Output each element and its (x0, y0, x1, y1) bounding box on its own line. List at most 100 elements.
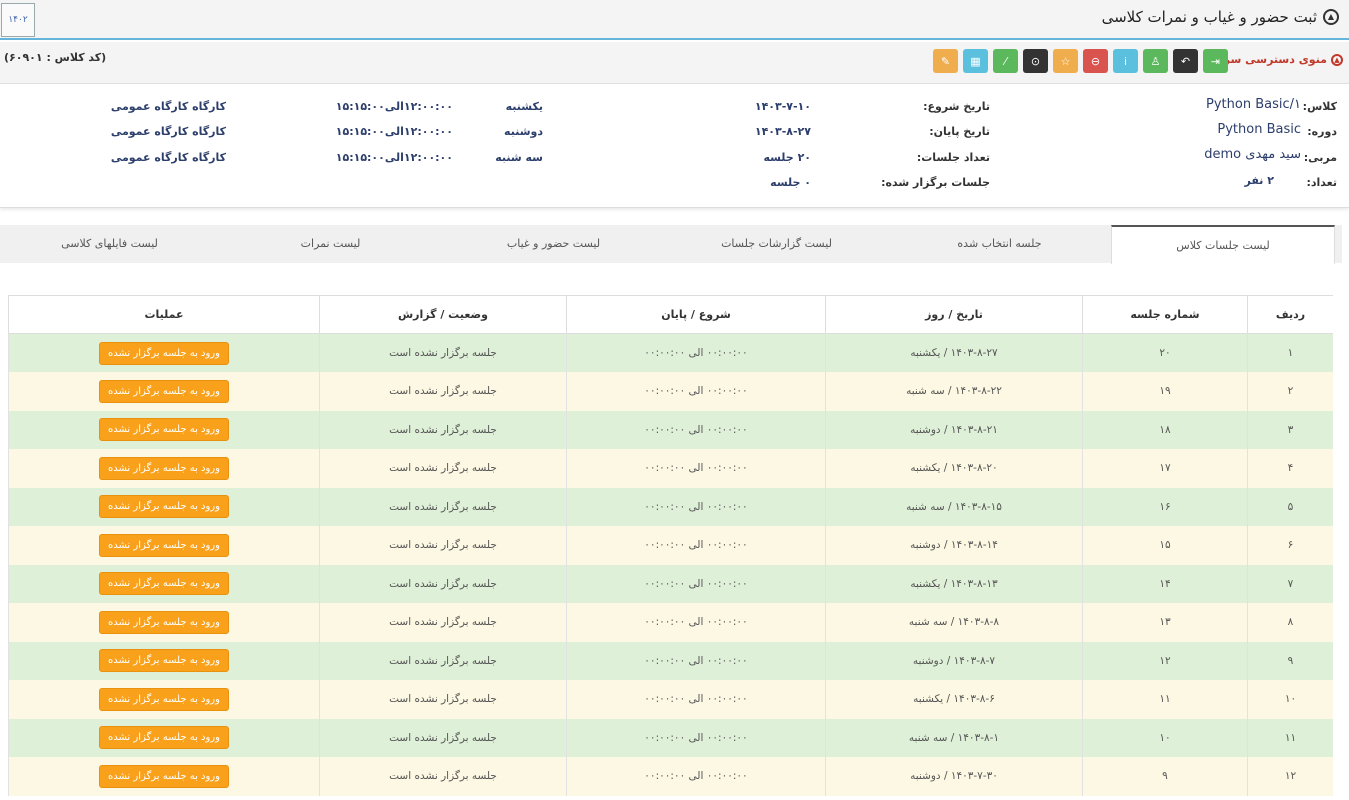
enter-session-button[interactable]: ورود به جلسه برگزار نشده (99, 649, 229, 673)
tab-grades[interactable]: لیست نمرات (219, 225, 442, 263)
session-number-cell: ۱۶ (1082, 487, 1248, 526)
date-cell: ۱۴۰۳-۸-۱۵ / سه شنبه (825, 487, 1083, 526)
calendar-button[interactable]: ▦ (963, 49, 988, 73)
enter-session-button[interactable]: ورود به جلسه برگزار نشده (99, 687, 229, 711)
quick-access-bar: ▲ منوی دسترسی سریع : ⇥ ↶ ♙ i ⊖ ☆ ⊙ ⁄ ▦ ✎ (کد کلاس… (0, 42, 1349, 84)
time-cell: ۰۰:۰۰:۰۰ الی ۰۰:۰۰:۰۰ (566, 680, 826, 719)
reply-icon: ↶ (1180, 54, 1191, 68)
date-cell: ۱۴۰۳-۸-۶ / یکشنبه (825, 680, 1083, 719)
star-button[interactable]: ☆ (1053, 49, 1078, 73)
end-date-label: تاریخ پایان: (929, 125, 990, 138)
title-bar: ۱۴۰۲ ▲ ثبت حضور و غیاب و نمرات کلاسی (0, 0, 1349, 40)
info-icon: i (1123, 54, 1128, 68)
start-date-label: تاریخ شروع: (923, 100, 990, 113)
column-header-status[interactable]: وضعیت / گزارش (319, 295, 567, 334)
logo-text: ۱۴۰۲ (8, 15, 28, 25)
time-cell: ۰۰:۰۰:۰۰ الی ۰۰:۰۰:۰۰ (566, 487, 826, 526)
time-cell: ۰۰:۰۰:۰۰ الی ۰۰:۰۰:۰۰ (566, 718, 826, 757)
sessions-count-value: ۲۰ جلسه (763, 151, 811, 164)
actions-cell: ورود به جلسه برگزار نشده (8, 333, 320, 372)
actions-cell: ورود به جلسه برگزار نشده (8, 757, 320, 796)
row-number-cell: ۳ (1247, 410, 1333, 449)
time-cell: ۰۰:۰۰:۰۰ الی ۰۰:۰۰:۰۰ (566, 526, 826, 565)
tab-class-files[interactable]: لیست فایلهای کلاسی (0, 225, 219, 263)
sign-in-icon: ⇥ (1210, 54, 1221, 68)
enter-session-button[interactable]: ورود به جلسه برگزار نشده (99, 610, 229, 634)
enter-session-button[interactable]: ورود به جلسه برگزار نشده (99, 418, 229, 442)
enter-session-button[interactable]: ورود به جلسه برگزار نشده (99, 379, 229, 403)
status-cell: جلسه برگزار نشده است (319, 333, 567, 372)
date-cell: ۱۴۰۳-۸-۱۴ / دوشنبه (825, 526, 1083, 565)
minus-circle-button[interactable]: ⊖ (1083, 49, 1108, 73)
tab-attendance[interactable]: لیست حضور و غیاب (442, 225, 665, 263)
actions-cell: ورود به جلسه برگزار نشده (8, 641, 320, 680)
column-header-start-end[interactable]: شروع / پایان (566, 295, 826, 334)
enter-session-button[interactable]: ورود به جلسه برگزار نشده (99, 341, 229, 365)
session-number-cell: ۱۷ (1082, 449, 1248, 488)
teacher-value: سید مهدی demo (1204, 147, 1301, 162)
quick-menu-buttons: ⇥ ↶ ♙ i ⊖ ☆ ⊙ ⁄ ▦ ✎ (933, 49, 1228, 73)
tab-session-reports[interactable]: لیست گزارشات جلسات (665, 225, 888, 263)
count-label: تعداد: (1306, 176, 1337, 189)
date-cell: ۱۴۰۳-۸-۲۲ / سه شنبه (825, 372, 1083, 411)
table-row: ۷ ۱۴ ۱۴۰۳-۸-۱۳ / یکشنبه ۰۰:۰۰:۰۰ الی ۰۰:۰۰:… (8, 564, 1333, 603)
session-number-cell: ۹ (1082, 757, 1248, 796)
schedule-place: کارگاه کارگاه عمومی (110, 100, 226, 113)
magic-wand-icon: ⁄ (1004, 54, 1007, 68)
status-cell: جلسه برگزار نشده است (319, 718, 567, 757)
user-button[interactable]: ♙ (1143, 49, 1168, 73)
collapse-circle-icon[interactable]: ▲ (1323, 9, 1339, 25)
page-title-wrap: ▲ ثبت حضور و غیاب و نمرات کلاسی (1102, 8, 1339, 26)
date-cell: ۱۴۰۳-۸-۱ / سه شنبه (825, 718, 1083, 757)
tabs-bar: لیست جلسات کلاس جلسه انتخاب شده لیست گزا… (0, 225, 1342, 264)
enter-session-button[interactable]: ورود به جلسه برگزار نشده (99, 726, 229, 750)
enter-session-button[interactable]: ورود به جلسه برگزار نشده (99, 764, 229, 788)
column-header-actions[interactable]: عملیات (8, 295, 320, 334)
status-cell: جلسه برگزار نشده است (319, 449, 567, 488)
table-row: ۲ ۱۹ ۱۴۰۳-۸-۲۲ / سه شنبه ۰۰:۰۰:۰۰ الی ۰۰:۰۰… (8, 372, 1333, 411)
session-number-cell: ۲۰ (1082, 333, 1248, 372)
row-number-cell: ۶ (1247, 526, 1333, 565)
logo-icon: ۱۴۰۲ (1, 3, 35, 37)
table-row: ۱۰ ۱۱ ۱۴۰۳-۸-۶ / یکشنبه ۰۰:۰۰:۰۰ الی ۰۰:۰۰:… (8, 680, 1333, 719)
teacher-label: مربی: (1303, 151, 1337, 164)
held-sessions-value: ۰ جلسه (770, 176, 811, 189)
tab-class-sessions[interactable]: لیست جلسات کلاس (1111, 225, 1335, 264)
actions-cell: ورود به جلسه برگزار نشده (8, 603, 320, 642)
row-number-cell: ۸ (1247, 603, 1333, 642)
date-cell: ۱۴۰۳-۸-۱۳ / یکشنبه (825, 564, 1083, 603)
course-label: دوره: (1307, 125, 1337, 138)
enter-session-button[interactable]: ورود به جلسه برگزار نشده (99, 456, 229, 480)
column-header-row-number[interactable]: ردیف (1247, 295, 1333, 334)
collapse-circle-icon[interactable]: ▲ (1331, 53, 1343, 66)
time-cell: ۰۰:۰۰:۰۰ الی ۰۰:۰۰:۰۰ (566, 333, 826, 372)
sign-in-button[interactable]: ⇥ (1203, 49, 1228, 73)
session-number-cell: ۱۲ (1082, 641, 1248, 680)
session-number-cell: ۱۰ (1082, 718, 1248, 757)
enter-session-button[interactable]: ورود به جلسه برگزار نشده (99, 572, 229, 596)
edit-icon: ✎ (940, 54, 951, 68)
calendar-icon: ▦ (970, 54, 981, 68)
row-number-cell: ۹ (1247, 641, 1333, 680)
user-icon: ♙ (1150, 54, 1161, 68)
edit-button[interactable]: ✎ (933, 49, 958, 73)
session-number-cell: ۱۳ (1082, 603, 1248, 642)
reply-button[interactable]: ↶ (1173, 49, 1198, 73)
magic-wand-button[interactable]: ⁄ (993, 49, 1018, 73)
tab-selected-session[interactable]: جلسه انتخاب شده (888, 225, 1111, 263)
schedule-place: کارگاه کارگاه عمومی (110, 151, 226, 164)
session-number-cell: ۱۵ (1082, 526, 1248, 565)
enter-session-button[interactable]: ورود به جلسه برگزار نشده (99, 533, 229, 557)
enter-session-button[interactable]: ورود به جلسه برگزار نشده (99, 495, 229, 519)
time-cell: ۰۰:۰۰:۰۰ الی ۰۰:۰۰:۰۰ (566, 757, 826, 796)
info-button[interactable]: i (1113, 49, 1138, 73)
schedule-time: ۱۲:۰۰:۰۰الی۱۵:۱۵:۰۰ (335, 125, 453, 138)
status-cell: جلسه برگزار نشده است (319, 372, 567, 411)
date-cell: ۱۴۰۳-۸-۲۷ / یکشنبه (825, 333, 1083, 372)
session-number-cell: ۱۹ (1082, 372, 1248, 411)
held-sessions-label: جلسات برگزار شده: (881, 176, 990, 189)
status-cell: جلسه برگزار نشده است (319, 680, 567, 719)
column-header-session-number[interactable]: شماره جلسه (1082, 295, 1248, 334)
column-header-date-day[interactable]: تاریخ / روز (825, 295, 1083, 334)
clock-button[interactable]: ⊙ (1023, 49, 1048, 73)
